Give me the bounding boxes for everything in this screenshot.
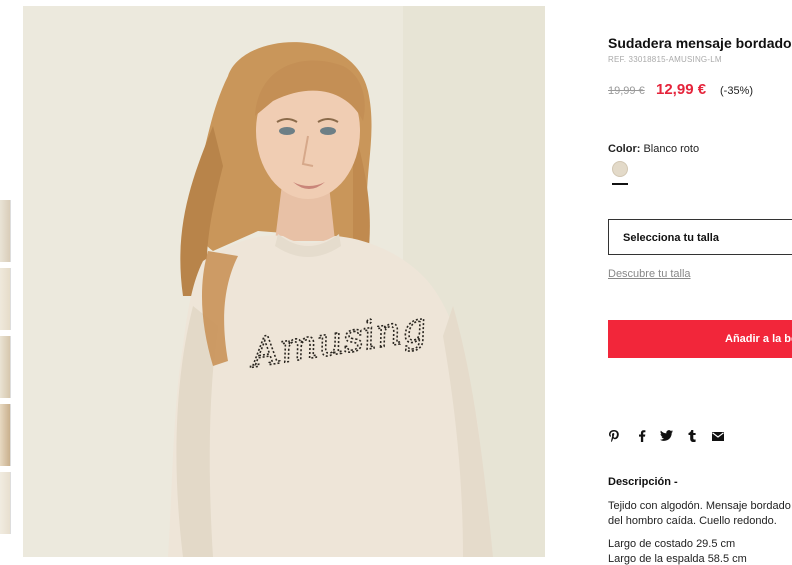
tumblr-icon[interactable] bbox=[686, 429, 698, 445]
thumbnail-4[interactable] bbox=[0, 404, 11, 466]
sale-price: 12,99 € bbox=[656, 81, 707, 98]
pinterest-icon[interactable] bbox=[608, 430, 620, 445]
description-line-2: del hombro caída. Cuello redondo. bbox=[608, 515, 777, 527]
swatch-selected-indicator bbox=[612, 183, 628, 185]
description-title[interactable]: Descripción - bbox=[608, 476, 678, 488]
add-to-bag-label: Añadir a la bolsa bbox=[725, 333, 792, 345]
product-main-image[interactable]: Amusing bbox=[23, 6, 545, 557]
thumbnail-strip bbox=[0, 200, 11, 540]
email-icon[interactable] bbox=[712, 430, 724, 444]
measurement-side-length: Largo de costado 29.5 cm bbox=[608, 538, 736, 550]
size-select-label: Selecciona tu talla bbox=[623, 232, 719, 244]
color-label-row: Color: Blanco roto bbox=[608, 143, 699, 155]
product-info-panel: Sudadera mensaje bordado REF. 33018815-A… bbox=[608, 0, 792, 565]
product-title: Sudadera mensaje bordado bbox=[608, 35, 792, 51]
thumbnail-5[interactable] bbox=[0, 472, 11, 534]
color-value: Blanco roto bbox=[643, 143, 700, 155]
size-select[interactable]: Selecciona tu talla bbox=[608, 219, 792, 255]
description-body: Tejido con algodón. Mensaje bordado del … bbox=[608, 499, 792, 529]
size-guide-link[interactable]: Descubre tu talla bbox=[608, 268, 691, 280]
product-reference: REF. 33018815-AMUSING-LM bbox=[608, 55, 722, 64]
color-swatch-blanco-roto[interactable] bbox=[612, 161, 628, 177]
facebook-icon[interactable] bbox=[636, 430, 648, 445]
twitter-icon[interactable] bbox=[660, 430, 673, 444]
add-to-bag-button[interactable]: Añadir a la bolsa bbox=[608, 320, 792, 358]
original-price: 19,99 € bbox=[608, 85, 645, 97]
thumbnail-3[interactable] bbox=[0, 336, 11, 398]
thumbnail-2[interactable] bbox=[0, 268, 11, 330]
description-line-1: Tejido con algodón. Mensaje bordado bbox=[608, 500, 791, 512]
model-photo: Amusing bbox=[23, 6, 545, 557]
color-label: Color: bbox=[608, 143, 641, 155]
measurement-back-length: Largo de la espalda 58.5 cm bbox=[608, 553, 747, 565]
thumbnail-1[interactable] bbox=[0, 200, 11, 262]
discount-badge: (-35%) bbox=[720, 85, 754, 97]
